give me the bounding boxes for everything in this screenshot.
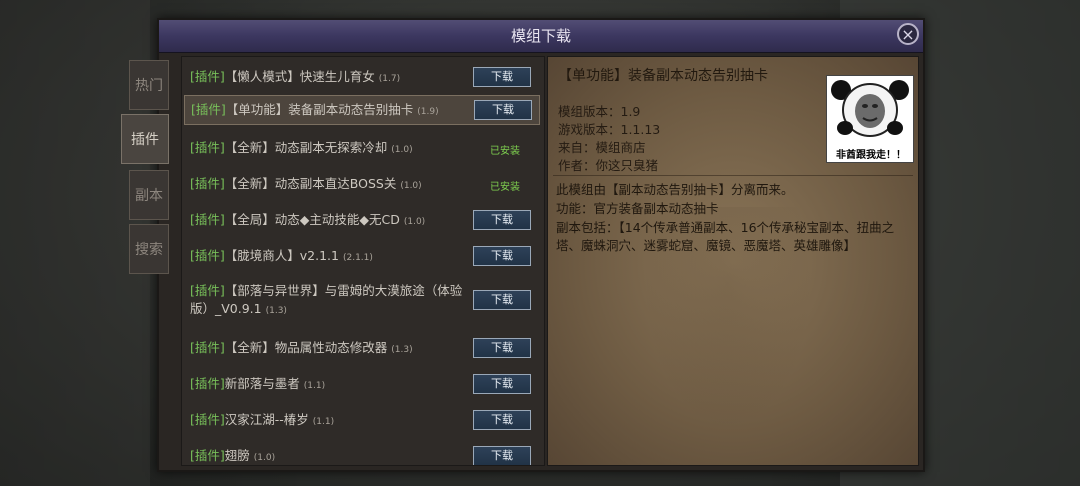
mod-version: (1.7) — [378, 74, 401, 84]
mod-detail-panel: 【单功能】装备副本动态告别抽卡 模组版本：1.9 游戏版本：1.1.13 来自：… — [547, 56, 919, 466]
download-button[interactable]: 下载 — [473, 446, 531, 465]
mod-name: 【懒人模式】快速生儿育女 — [224, 69, 375, 84]
mod-title: [插件]【全新】动态副本无探索冷却 (1.0) — [190, 139, 472, 159]
mod-thumbnail: 非酋跟我走！！ — [826, 75, 914, 163]
tab-search[interactable]: 搜索 — [129, 224, 169, 274]
mod-name: 【全新】动态副本直达BOSS关 — [224, 176, 397, 191]
mod-version: (1.0) — [403, 217, 426, 227]
tab-plugins[interactable]: 插件 — [121, 114, 169, 164]
download-button[interactable]: 下载 — [473, 410, 531, 430]
mod-tag: [插件] — [191, 102, 226, 117]
mod-title: [插件]【全新】动态副本直达BOSS关 (1.0) — [190, 175, 472, 195]
mod-tag: [插件] — [190, 176, 225, 191]
mod-title: [插件]【胧境商人】v2.1.1 (2.1.1) — [190, 247, 472, 267]
mod-version: (1.3) — [391, 345, 413, 355]
mod-tag: [插件] — [190, 140, 225, 155]
mod-tag: [插件] — [190, 340, 225, 355]
list-item[interactable]: [插件]新部落与墨者 (1.1) 下载 — [184, 369, 540, 399]
close-icon[interactable]: × — [897, 23, 919, 45]
mod-title: [插件]新部落与墨者 (1.1) — [190, 375, 472, 395]
mod-version: (1.3) — [265, 306, 287, 316]
mod-title: [插件]【单功能】装备副本动态告别抽卡 (1.9) — [191, 101, 473, 121]
mod-name: 新部落与墨者 — [224, 376, 300, 391]
download-button[interactable]: 下载 — [473, 210, 531, 230]
detail-title: 【单功能】装备副本动态告别抽卡 — [558, 68, 768, 84]
list-item[interactable]: [插件]【懒人模式】快速生儿育女 (1.7) 下载 — [184, 62, 540, 92]
thumbnail-caption: 非酋跟我走！！ — [836, 150, 906, 161]
list-item[interactable]: [插件]【胧境商人】v2.1.1 (2.1.1) 下载 — [184, 241, 540, 271]
list-item[interactable]: [插件]【全局】动态◆主动技能◆无CD (1.0) 下载 — [184, 205, 540, 235]
mod-tag: [插件] — [190, 212, 225, 227]
mod-title: [插件]【全新】物品属性动态修改器 (1.3) — [190, 339, 472, 359]
mod-name: 翅膀 — [224, 448, 250, 463]
download-button[interactable]: 下载 — [473, 246, 531, 266]
tab-dungeon[interactable]: 副本 — [129, 170, 169, 220]
list-item[interactable]: [插件]【全新】物品属性动态修改器 (1.3) 下载 — [184, 333, 540, 363]
detail-mod-version: 模组版本：1.9 — [558, 104, 641, 119]
mod-tag: [插件] — [190, 283, 225, 298]
list-item[interactable]: [插件]汉家江湖--椿岁 (1.1) 下载 — [184, 405, 540, 435]
mod-tag: [插件] — [190, 448, 225, 463]
mod-download-window: 模组下载 × 热门 插件 副本 搜索 [插件]【懒人模式】快速生儿育女 (1.7… — [121, 18, 925, 472]
list-item[interactable]: [插件]【全新】动态副本直达BOSS关 (1.0) 已安装 — [184, 169, 540, 199]
list-item[interactable]: [插件]【全新】动态副本无探索冷却 (1.0) 已安装 — [184, 133, 540, 163]
mod-title: [插件]汉家江湖--椿岁 (1.1) — [190, 411, 472, 431]
download-button[interactable]: 下载 — [474, 100, 532, 120]
list-item[interactable]: [插件]翅膀 (1.0) 下载 — [184, 441, 540, 465]
title-bar: 模组下载 × — [159, 20, 923, 53]
window-title: 模组下载 — [510, 27, 571, 45]
mod-version: (1.1) — [312, 417, 335, 427]
download-button[interactable]: 下载 — [473, 338, 531, 358]
detail-description-line: 副本包括：【14个传承普通副本、16个传承秘宝副本、扭曲之塔、魔蛛洞穴、迷雾蛇窟… — [556, 220, 895, 253]
mod-version: (1.0) — [391, 145, 413, 155]
mod-version: (1.0) — [400, 181, 422, 191]
divider — [553, 175, 913, 176]
mod-tag: [插件] — [190, 376, 225, 391]
mod-title: [插件]翅膀 (1.0) — [190, 447, 472, 465]
installed-label: 已安装 — [490, 182, 520, 193]
mod-tag: [插件] — [190, 412, 225, 427]
installed-label: 已安装 — [490, 146, 520, 157]
mod-version: (1.1) — [303, 381, 326, 391]
download-button[interactable]: 下载 — [473, 374, 531, 394]
mod-name: 【单功能】装备副本动态告别抽卡 — [225, 102, 414, 117]
mod-name: 【部落与异世界】与雷姆的大漠旅途（体验版）_V0.9.1 — [190, 283, 463, 316]
mod-name: 【全新】动态副本无探索冷却 — [224, 140, 388, 155]
download-button[interactable]: 下载 — [473, 67, 531, 87]
detail-author: 作者：你这只臭猪 — [558, 158, 659, 173]
detail-source: 来自：模组商店 — [558, 140, 646, 155]
detail-description-line: 功能：官方装备副本动态抽卡 — [556, 201, 719, 216]
download-button[interactable]: 下载 — [473, 290, 531, 310]
mod-name: 【全局】动态◆主动技能◆无CD — [224, 212, 400, 227]
list-item[interactable]: [插件]【部落与异世界】与雷姆的大漠旅途（体验版）_V0.9.1 (1.3) 下… — [184, 279, 540, 321]
list-item-selected[interactable]: [插件]【单功能】装备副本动态告别抽卡 (1.9) 下载 — [184, 95, 540, 125]
mod-title: [插件]【懒人模式】快速生儿育女 (1.7) — [190, 68, 472, 88]
tab-hot[interactable]: 热门 — [129, 60, 169, 110]
detail-description-line: 此模组由【副本动态告别抽卡】分离而来。 — [556, 182, 794, 197]
detail-game-version: 游戏版本：1.1.13 — [558, 122, 661, 137]
background-left-area — [0, 0, 150, 486]
mod-title: [插件]【全局】动态◆主动技能◆无CD (1.0) — [190, 211, 472, 231]
mod-name: 汉家江湖--椿岁 — [224, 412, 309, 427]
mod-list[interactable]: [插件]【懒人模式】快速生儿育女 (1.7) 下载 [插件]【单功能】装备副本动… — [181, 56, 545, 466]
mod-name: 【全新】物品属性动态修改器 — [224, 340, 388, 355]
mod-tag: [插件] — [190, 248, 225, 263]
mod-title: [插件]【部落与异世界】与雷姆的大漠旅途（体验版）_V0.9.1 (1.3) — [190, 282, 472, 320]
mod-name: 【胧境商人】v2.1.1 — [224, 248, 339, 263]
mod-version: (1.9) — [417, 107, 439, 117]
mod-version: (1.0) — [253, 453, 276, 463]
mod-tag: [插件] — [190, 69, 225, 84]
mod-version: (2.1.1) — [342, 253, 373, 263]
